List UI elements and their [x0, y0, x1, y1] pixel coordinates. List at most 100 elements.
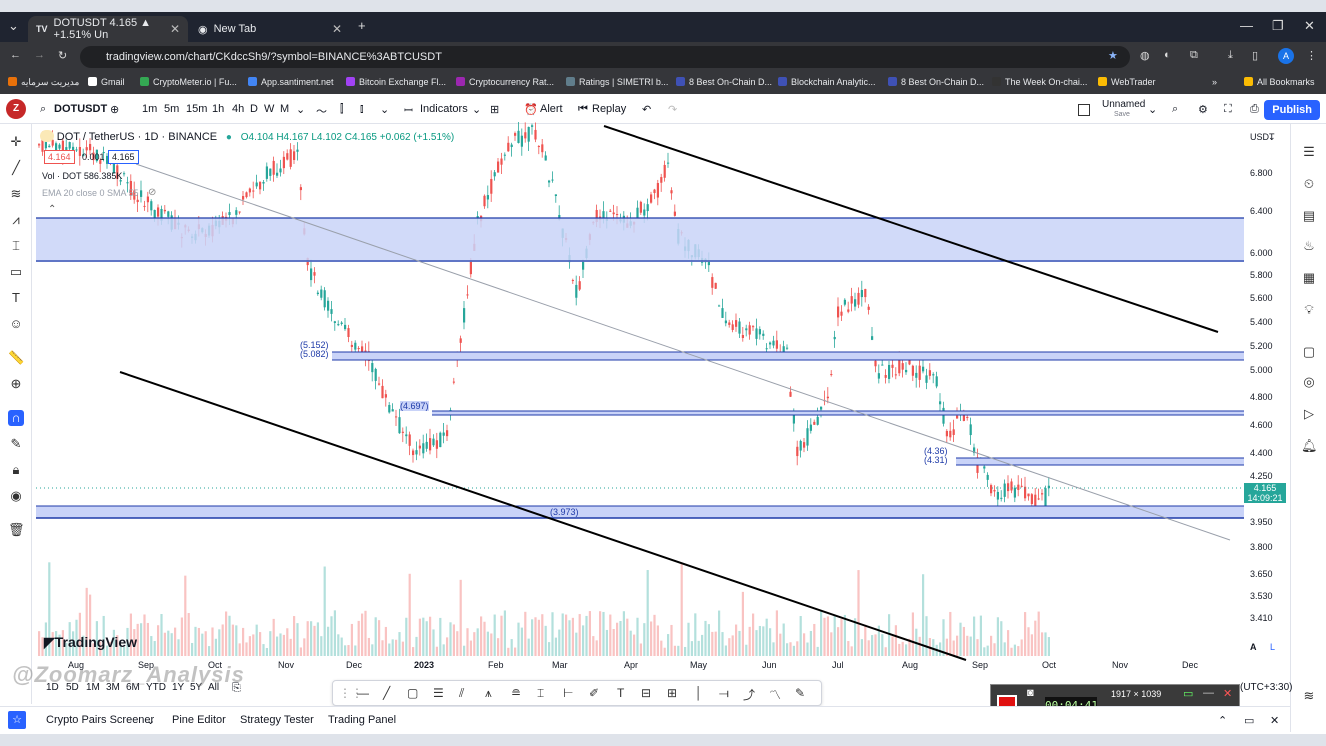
menu-dots-icon[interactable]: ⋮ [1306, 49, 1317, 62]
text-icon[interactable]: T [617, 686, 624, 700]
tab-crypto-screener[interactable]: Crypto Pairs Screener [46, 714, 154, 726]
download-icon[interactable]: ⤓ [1228, 49, 1233, 62]
extension-icon[interactable]: ◐ [1164, 49, 1171, 61]
close-window-icon[interactable]: ✕ [1304, 18, 1315, 34]
crosshair-icon[interactable]: ✛ [8, 134, 24, 150]
watchlist-icon[interactable]: ☰ [1301, 144, 1317, 160]
tab-pine-editor[interactable]: Pine Editor [172, 714, 226, 726]
long-position-icon[interactable]: ⊟ [641, 686, 651, 700]
bookmark-item[interactable]: App.santiment.net [248, 77, 334, 87]
star-icon[interactable]: ☆ [8, 711, 26, 729]
ruler-icon[interactable]: 📏 [8, 350, 24, 366]
layers-icon[interactable]: ≋ [1301, 688, 1317, 704]
collapse-legend-icon[interactable]: ⌃ [48, 204, 56, 215]
fib-icon[interactable]: ≋ [8, 186, 24, 202]
hotlist-flame-icon[interactable]: ♨ [1301, 238, 1317, 254]
alerts-clock-icon[interactable]: ⏲ [1301, 176, 1317, 192]
close-tab-icon[interactable]: ✕ [332, 22, 342, 36]
buy-price[interactable]: 4.165 [108, 150, 139, 164]
data-window-icon[interactable]: ▤ [1301, 208, 1317, 224]
trend-line-icon[interactable]: ╱ [383, 686, 390, 700]
eye-hidden-icon[interactable]: ⊘ [148, 187, 156, 198]
play-icon[interactable]: ▷ [1301, 406, 1317, 422]
horizontal-line-icon[interactable]: — [357, 686, 369, 700]
price-range-icon[interactable]: ⌶ [537, 686, 544, 701]
path-icon[interactable]: ⤴ [743, 686, 755, 703]
sell-price[interactable]: 4.164 [44, 150, 75, 164]
text-icon[interactable]: T [8, 290, 24, 306]
all-bookmarks[interactable]: All Bookmarks [1244, 77, 1315, 87]
bookmark-item[interactable]: Blockchain Analytic... [778, 77, 876, 87]
lock-icon[interactable]: 🔒︎ [8, 462, 24, 478]
bookmark-item[interactable]: WebTrader [1098, 77, 1156, 87]
shapes-icon[interactable]: ▭ [8, 264, 24, 280]
extensions-puzzle-icon[interactable]: ⧉ [1190, 49, 1198, 62]
fib-retracement-icon[interactable]: ☰ [433, 686, 444, 700]
new-tab-button[interactable]: + [358, 18, 366, 33]
short-position-icon[interactable]: ⊞ [667, 686, 677, 700]
profile-avatar[interactable]: A [1278, 48, 1294, 64]
minimize-icon[interactable]: — [1203, 687, 1214, 699]
trash-icon[interactable]: 🗑︎ [8, 522, 25, 538]
user-avatar[interactable]: Z [6, 99, 26, 119]
fib-fan-icon[interactable]: ≘ [511, 686, 521, 700]
window-icon[interactable]: ▭ [1183, 687, 1193, 700]
price-axis[interactable]: USDT ⌄ 6.800 6.400 6.000 5.800 5.600 5.4… [1244, 114, 1290, 670]
zoom-icon[interactable]: ⊕ [8, 376, 24, 392]
eye-icon[interactable]: ◉ [8, 488, 24, 504]
url-input[interactable]: tradingview.com/chart/CKdccSh9/?symbol=B… [80, 46, 1130, 68]
auto-scale-button[interactable]: A [1250, 642, 1257, 652]
maximize-panel-icon[interactable]: ▭ [1244, 714, 1254, 727]
back-icon[interactable]: ← [10, 49, 21, 61]
tab-trading-panel[interactable]: Trading Panel [328, 714, 396, 726]
reload-icon[interactable]: ↻ [58, 49, 67, 62]
collapse-panel-icon[interactable]: ⌃ [1218, 714, 1227, 727]
magnet-icon[interactable]: ∩ [8, 410, 24, 426]
bookmark-item[interactable]: Cryptocurrency Rat... [456, 77, 554, 87]
close-tab-icon[interactable]: ✕ [170, 22, 180, 36]
forward-icon[interactable]: → [34, 49, 45, 61]
timezone[interactable]: (UTC+3:30) [1240, 682, 1293, 693]
chevron-down-icon[interactable]: ⌄ [146, 714, 155, 727]
bookmark-item[interactable]: 8 Best On-Chain D... [676, 77, 772, 87]
tab-tradingview[interactable]: TV DOTUSDT 4.165 ▲ +1.51% Un ✕ [28, 16, 188, 42]
calendar-icon[interactable]: ▦ [1301, 270, 1317, 286]
emoji-icon[interactable]: ☺ [8, 316, 24, 332]
trend-line-icon[interactable]: ╱ [8, 160, 24, 176]
pen-icon[interactable]: ✎ [795, 686, 805, 700]
brush-icon[interactable]: ✐ [589, 686, 599, 700]
maximize-icon[interactable]: ❐ [1272, 18, 1284, 34]
rectangle-icon[interactable]: ▢ [407, 686, 418, 700]
bookmark-item[interactable]: Ratings | SIMETRI b... [566, 77, 668, 87]
log-scale-button[interactable]: L [1270, 642, 1275, 652]
bookmark-star-icon[interactable]: ★ [1108, 49, 1118, 62]
lock-drawing-icon[interactable]: ✎ [8, 436, 24, 452]
pitchfork-icon[interactable]: ⩚ [485, 686, 492, 701]
tab-search-icon[interactable]: ⌄ [8, 18, 19, 34]
bookmark-item[interactable]: CryptoMeter.io | Fu... [140, 77, 237, 87]
tab-strategy-tester[interactable]: Strategy Tester [240, 714, 314, 726]
bookmark-item[interactable]: Bitcoin Exchange Fl... [346, 77, 446, 87]
bookmark-item[interactable]: Gmail [88, 77, 125, 87]
camera-icon[interactable]: ◙ [1027, 687, 1034, 699]
chart-canvas[interactable] [36, 114, 1286, 670]
more-bookmarks-icon[interactable]: » [1212, 77, 1217, 87]
ray-icon[interactable]: ⟞ [719, 686, 729, 701]
polyline-icon[interactable]: 〽 [769, 686, 781, 703]
minimize-icon[interactable]: — [1240, 18, 1253, 33]
notifications-bell-icon[interactable]: 🔔︎ [1301, 438, 1318, 454]
vertical-line-icon[interactable]: │ [695, 686, 703, 700]
prediction-icon[interactable]: ⌶ [8, 238, 24, 254]
close-panel-icon[interactable]: ✕ [1270, 714, 1279, 727]
streams-icon[interactable]: ◎ [1301, 374, 1317, 390]
extension-icon[interactable]: ◍ [1140, 49, 1150, 62]
parallel-channel-icon[interactable]: ⫽ [459, 686, 464, 701]
bookmark-item[interactable]: 8 Best On-Chain D... [888, 77, 984, 87]
side-panel-icon[interactable]: ▯ [1252, 49, 1258, 62]
pattern-icon[interactable]: ⩘ [8, 212, 24, 228]
chevron-down-icon[interactable]: ⌄ [1268, 132, 1276, 143]
layout-name[interactable]: Unnamed [1102, 99, 1145, 110]
tab-new[interactable]: ◉ New Tab ✕ [190, 16, 350, 42]
bookmark-item[interactable]: مدیریت سرمایه [8, 77, 79, 88]
bookmark-item[interactable]: The Week On-chai... [992, 77, 1087, 87]
